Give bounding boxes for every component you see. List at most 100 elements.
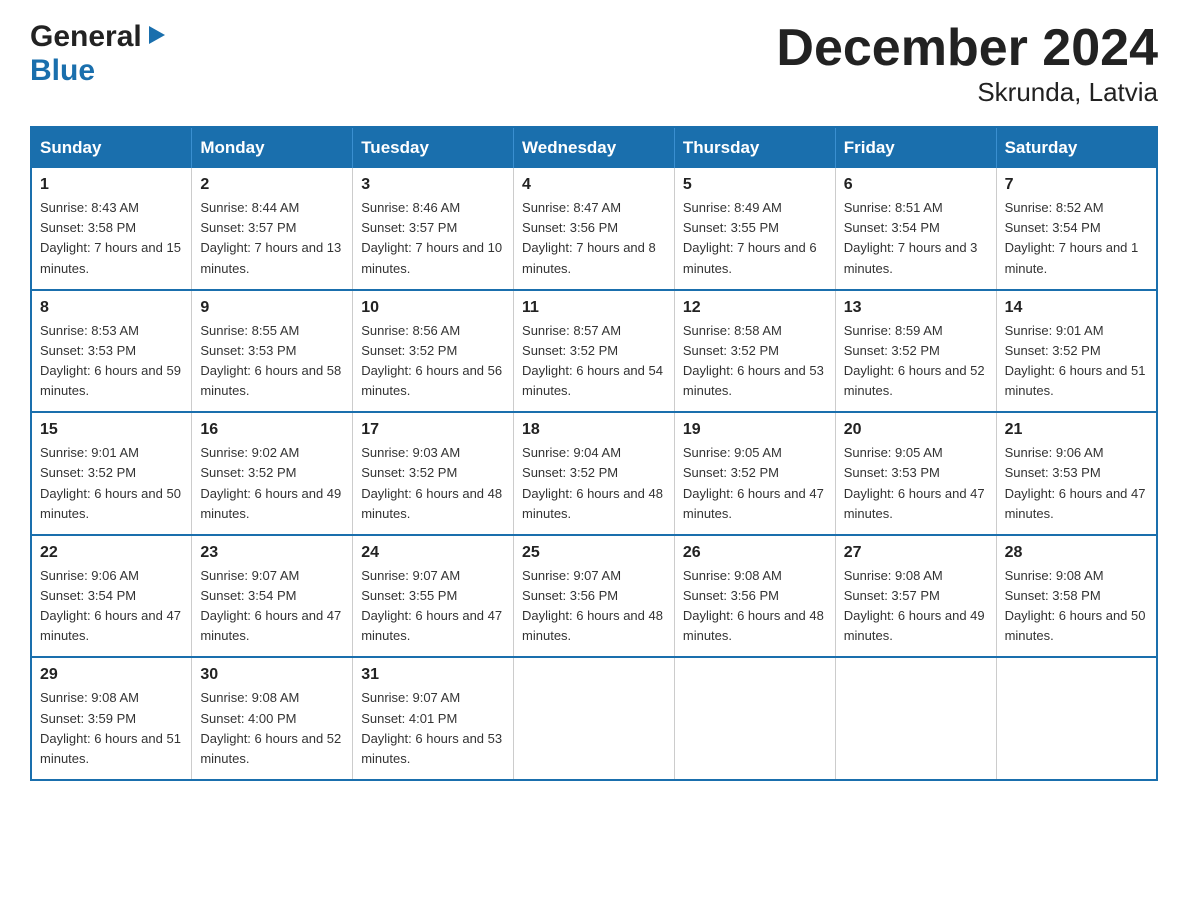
day-number: 12: [683, 299, 827, 317]
header-friday: Friday: [835, 127, 996, 168]
day-info: Sunrise: 8:44 AMSunset: 3:57 PMDaylight:…: [200, 198, 344, 279]
day-info: Sunrise: 9:07 AMSunset: 3:54 PMDaylight:…: [200, 566, 344, 647]
table-row: 7 Sunrise: 8:52 AMSunset: 3:54 PMDayligh…: [996, 168, 1157, 290]
day-info: Sunrise: 8:49 AMSunset: 3:55 PMDaylight:…: [683, 198, 827, 279]
day-number: 17: [361, 421, 505, 439]
day-number: 23: [200, 544, 344, 562]
table-row: 20 Sunrise: 9:05 AMSunset: 3:53 PMDaylig…: [835, 412, 996, 535]
day-info: Sunrise: 8:55 AMSunset: 3:53 PMDaylight:…: [200, 321, 344, 402]
day-info: Sunrise: 9:06 AMSunset: 3:54 PMDaylight:…: [40, 566, 183, 647]
page-header: General Blue December 2024 Skrunda, Latv…: [30, 20, 1158, 108]
day-number: 4: [522, 176, 666, 194]
day-number: 31: [361, 666, 505, 684]
day-number: 19: [683, 421, 827, 439]
day-number: 5: [683, 176, 827, 194]
table-row: 14 Sunrise: 9:01 AMSunset: 3:52 PMDaylig…: [996, 290, 1157, 413]
logo: General Blue: [30, 20, 167, 88]
day-number: 22: [40, 544, 183, 562]
table-row: 17 Sunrise: 9:03 AMSunset: 3:52 PMDaylig…: [353, 412, 514, 535]
table-row: 2 Sunrise: 8:44 AMSunset: 3:57 PMDayligh…: [192, 168, 353, 290]
day-number: 16: [200, 421, 344, 439]
day-number: 10: [361, 299, 505, 317]
calendar-week-row: 8 Sunrise: 8:53 AMSunset: 3:53 PMDayligh…: [31, 290, 1157, 413]
table-row: 27 Sunrise: 9:08 AMSunset: 3:57 PMDaylig…: [835, 535, 996, 658]
table-row: 5 Sunrise: 8:49 AMSunset: 3:55 PMDayligh…: [674, 168, 835, 290]
logo-general-text: General: [30, 20, 142, 54]
table-row: 12 Sunrise: 8:58 AMSunset: 3:52 PMDaylig…: [674, 290, 835, 413]
table-row: [674, 657, 835, 780]
day-info: Sunrise: 9:01 AMSunset: 3:52 PMDaylight:…: [1005, 321, 1148, 402]
day-number: 1: [40, 176, 183, 194]
day-info: Sunrise: 9:02 AMSunset: 3:52 PMDaylight:…: [200, 443, 344, 524]
table-row: 22 Sunrise: 9:06 AMSunset: 3:54 PMDaylig…: [31, 535, 192, 658]
day-number: 18: [522, 421, 666, 439]
day-number: 3: [361, 176, 505, 194]
day-number: 14: [1005, 299, 1148, 317]
day-number: 8: [40, 299, 183, 317]
day-info: Sunrise: 8:52 AMSunset: 3:54 PMDaylight:…: [1005, 198, 1148, 279]
table-row: [514, 657, 675, 780]
day-info: Sunrise: 8:53 AMSunset: 3:53 PMDaylight:…: [40, 321, 183, 402]
day-info: Sunrise: 8:59 AMSunset: 3:52 PMDaylight:…: [844, 321, 988, 402]
day-number: 13: [844, 299, 988, 317]
day-info: Sunrise: 8:47 AMSunset: 3:56 PMDaylight:…: [522, 198, 666, 279]
table-row: 18 Sunrise: 9:04 AMSunset: 3:52 PMDaylig…: [514, 412, 675, 535]
day-info: Sunrise: 9:08 AMSunset: 3:59 PMDaylight:…: [40, 688, 183, 769]
table-row: 15 Sunrise: 9:01 AMSunset: 3:52 PMDaylig…: [31, 412, 192, 535]
table-row: [996, 657, 1157, 780]
logo-arrow-icon: [145, 24, 167, 51]
table-row: 26 Sunrise: 9:08 AMSunset: 3:56 PMDaylig…: [674, 535, 835, 658]
page-title: December 2024: [776, 20, 1158, 77]
day-info: Sunrise: 9:06 AMSunset: 3:53 PMDaylight:…: [1005, 443, 1148, 524]
day-info: Sunrise: 9:07 AMSunset: 3:55 PMDaylight:…: [361, 566, 505, 647]
day-info: Sunrise: 9:05 AMSunset: 3:53 PMDaylight:…: [844, 443, 988, 524]
calendar-week-row: 1 Sunrise: 8:43 AMSunset: 3:58 PMDayligh…: [31, 168, 1157, 290]
day-number: 2: [200, 176, 344, 194]
day-number: 11: [522, 299, 666, 317]
day-info: Sunrise: 9:08 AMSunset: 3:57 PMDaylight:…: [844, 566, 988, 647]
header-thursday: Thursday: [674, 127, 835, 168]
day-info: Sunrise: 9:07 AMSunset: 4:01 PMDaylight:…: [361, 688, 505, 769]
day-number: 25: [522, 544, 666, 562]
page-subtitle: Skrunda, Latvia: [776, 77, 1158, 108]
day-number: 7: [1005, 176, 1148, 194]
table-row: [835, 657, 996, 780]
table-row: 3 Sunrise: 8:46 AMSunset: 3:57 PMDayligh…: [353, 168, 514, 290]
day-number: 9: [200, 299, 344, 317]
table-row: 28 Sunrise: 9:08 AMSunset: 3:58 PMDaylig…: [996, 535, 1157, 658]
day-info: Sunrise: 9:08 AMSunset: 3:56 PMDaylight:…: [683, 566, 827, 647]
table-row: 25 Sunrise: 9:07 AMSunset: 3:56 PMDaylig…: [514, 535, 675, 658]
calendar-week-row: 15 Sunrise: 9:01 AMSunset: 3:52 PMDaylig…: [31, 412, 1157, 535]
table-row: 31 Sunrise: 9:07 AMSunset: 4:01 PMDaylig…: [353, 657, 514, 780]
day-info: Sunrise: 8:43 AMSunset: 3:58 PMDaylight:…: [40, 198, 183, 279]
day-info: Sunrise: 8:58 AMSunset: 3:52 PMDaylight:…: [683, 321, 827, 402]
day-info: Sunrise: 8:46 AMSunset: 3:57 PMDaylight:…: [361, 198, 505, 279]
table-row: 10 Sunrise: 8:56 AMSunset: 3:52 PMDaylig…: [353, 290, 514, 413]
table-row: 30 Sunrise: 9:08 AMSunset: 4:00 PMDaylig…: [192, 657, 353, 780]
table-row: 1 Sunrise: 8:43 AMSunset: 3:58 PMDayligh…: [31, 168, 192, 290]
calendar-week-row: 22 Sunrise: 9:06 AMSunset: 3:54 PMDaylig…: [31, 535, 1157, 658]
table-row: 29 Sunrise: 9:08 AMSunset: 3:59 PMDaylig…: [31, 657, 192, 780]
day-number: 28: [1005, 544, 1148, 562]
table-row: 19 Sunrise: 9:05 AMSunset: 3:52 PMDaylig…: [674, 412, 835, 535]
day-info: Sunrise: 9:08 AMSunset: 3:58 PMDaylight:…: [1005, 566, 1148, 647]
day-number: 21: [1005, 421, 1148, 439]
header-saturday: Saturday: [996, 127, 1157, 168]
day-number: 24: [361, 544, 505, 562]
table-row: 8 Sunrise: 8:53 AMSunset: 3:53 PMDayligh…: [31, 290, 192, 413]
table-row: 4 Sunrise: 8:47 AMSunset: 3:56 PMDayligh…: [514, 168, 675, 290]
table-row: 6 Sunrise: 8:51 AMSunset: 3:54 PMDayligh…: [835, 168, 996, 290]
day-info: Sunrise: 8:56 AMSunset: 3:52 PMDaylight:…: [361, 321, 505, 402]
table-row: 24 Sunrise: 9:07 AMSunset: 3:55 PMDaylig…: [353, 535, 514, 658]
table-row: 11 Sunrise: 8:57 AMSunset: 3:52 PMDaylig…: [514, 290, 675, 413]
table-row: 16 Sunrise: 9:02 AMSunset: 3:52 PMDaylig…: [192, 412, 353, 535]
day-info: Sunrise: 8:57 AMSunset: 3:52 PMDaylight:…: [522, 321, 666, 402]
day-info: Sunrise: 9:08 AMSunset: 4:00 PMDaylight:…: [200, 688, 344, 769]
day-info: Sunrise: 8:51 AMSunset: 3:54 PMDaylight:…: [844, 198, 988, 279]
title-section: December 2024 Skrunda, Latvia: [776, 20, 1158, 108]
day-info: Sunrise: 9:01 AMSunset: 3:52 PMDaylight:…: [40, 443, 183, 524]
table-row: 13 Sunrise: 8:59 AMSunset: 3:52 PMDaylig…: [835, 290, 996, 413]
calendar-header-row: Sunday Monday Tuesday Wednesday Thursday…: [31, 127, 1157, 168]
header-sunday: Sunday: [31, 127, 192, 168]
day-number: 20: [844, 421, 988, 439]
